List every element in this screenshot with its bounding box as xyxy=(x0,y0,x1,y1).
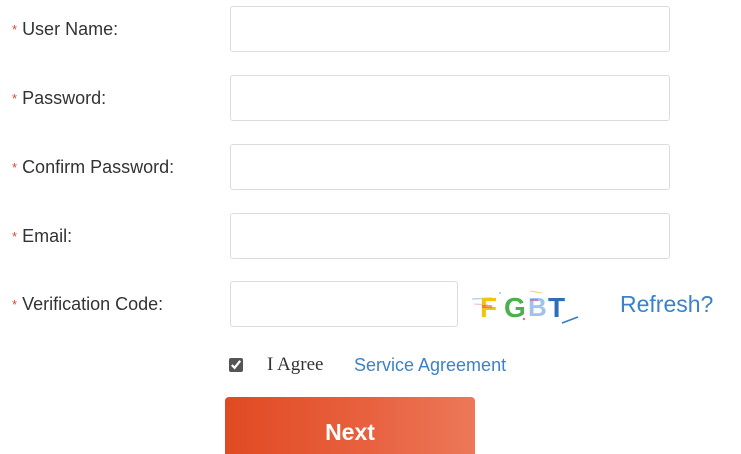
username-input[interactable] xyxy=(230,6,670,52)
captcha-char: G xyxy=(504,292,526,323)
agree-label: I Agree xyxy=(267,354,324,375)
verification-code-input[interactable] xyxy=(230,281,458,327)
required-marker: * xyxy=(12,229,18,244)
required-marker: * xyxy=(12,160,18,175)
agreement-row: I Agree Service Agreement xyxy=(0,348,741,382)
form-row-confirm-password: * Confirm Password: xyxy=(0,144,741,190)
captcha-image[interactable]: F G B T xyxy=(470,285,582,325)
verification-code-label-text: Verification Code: xyxy=(22,294,164,314)
registration-form: * User Name: * Password: * Confirm Password… xyxy=(0,0,741,454)
required-marker: * xyxy=(12,91,18,106)
email-label: * Email: xyxy=(12,213,72,259)
password-label: * Password: xyxy=(12,75,106,121)
form-row-username: * User Name: xyxy=(0,6,741,52)
username-label: * User Name: xyxy=(12,6,118,52)
form-row-password: * Password: xyxy=(0,75,741,121)
captcha-refresh-link[interactable]: Refresh? xyxy=(620,281,713,327)
confirm-password-label: * Confirm Password: xyxy=(12,144,174,190)
verification-code-label: * Verification Code: xyxy=(12,281,163,327)
form-row-email: * Email: xyxy=(0,213,741,259)
captcha-char: T xyxy=(548,292,565,323)
confirm-password-label-text: Confirm Password: xyxy=(22,157,175,177)
next-button[interactable]: Next xyxy=(225,397,475,454)
confirm-password-input[interactable] xyxy=(230,144,670,190)
form-row-verification-code: * Verification Code: F G B T Refresh? xyxy=(0,281,741,327)
captcha-char: B xyxy=(528,292,547,322)
password-label-text: Password: xyxy=(22,88,107,108)
required-marker: * xyxy=(12,297,18,312)
email-input[interactable] xyxy=(230,213,670,259)
agree-checkbox[interactable] xyxy=(229,358,243,372)
email-label-text: Email: xyxy=(22,226,73,246)
service-agreement-link[interactable]: Service Agreement xyxy=(354,348,506,382)
required-marker: * xyxy=(12,22,18,37)
username-label-text: User Name: xyxy=(22,19,119,39)
password-input[interactable] xyxy=(230,75,670,121)
